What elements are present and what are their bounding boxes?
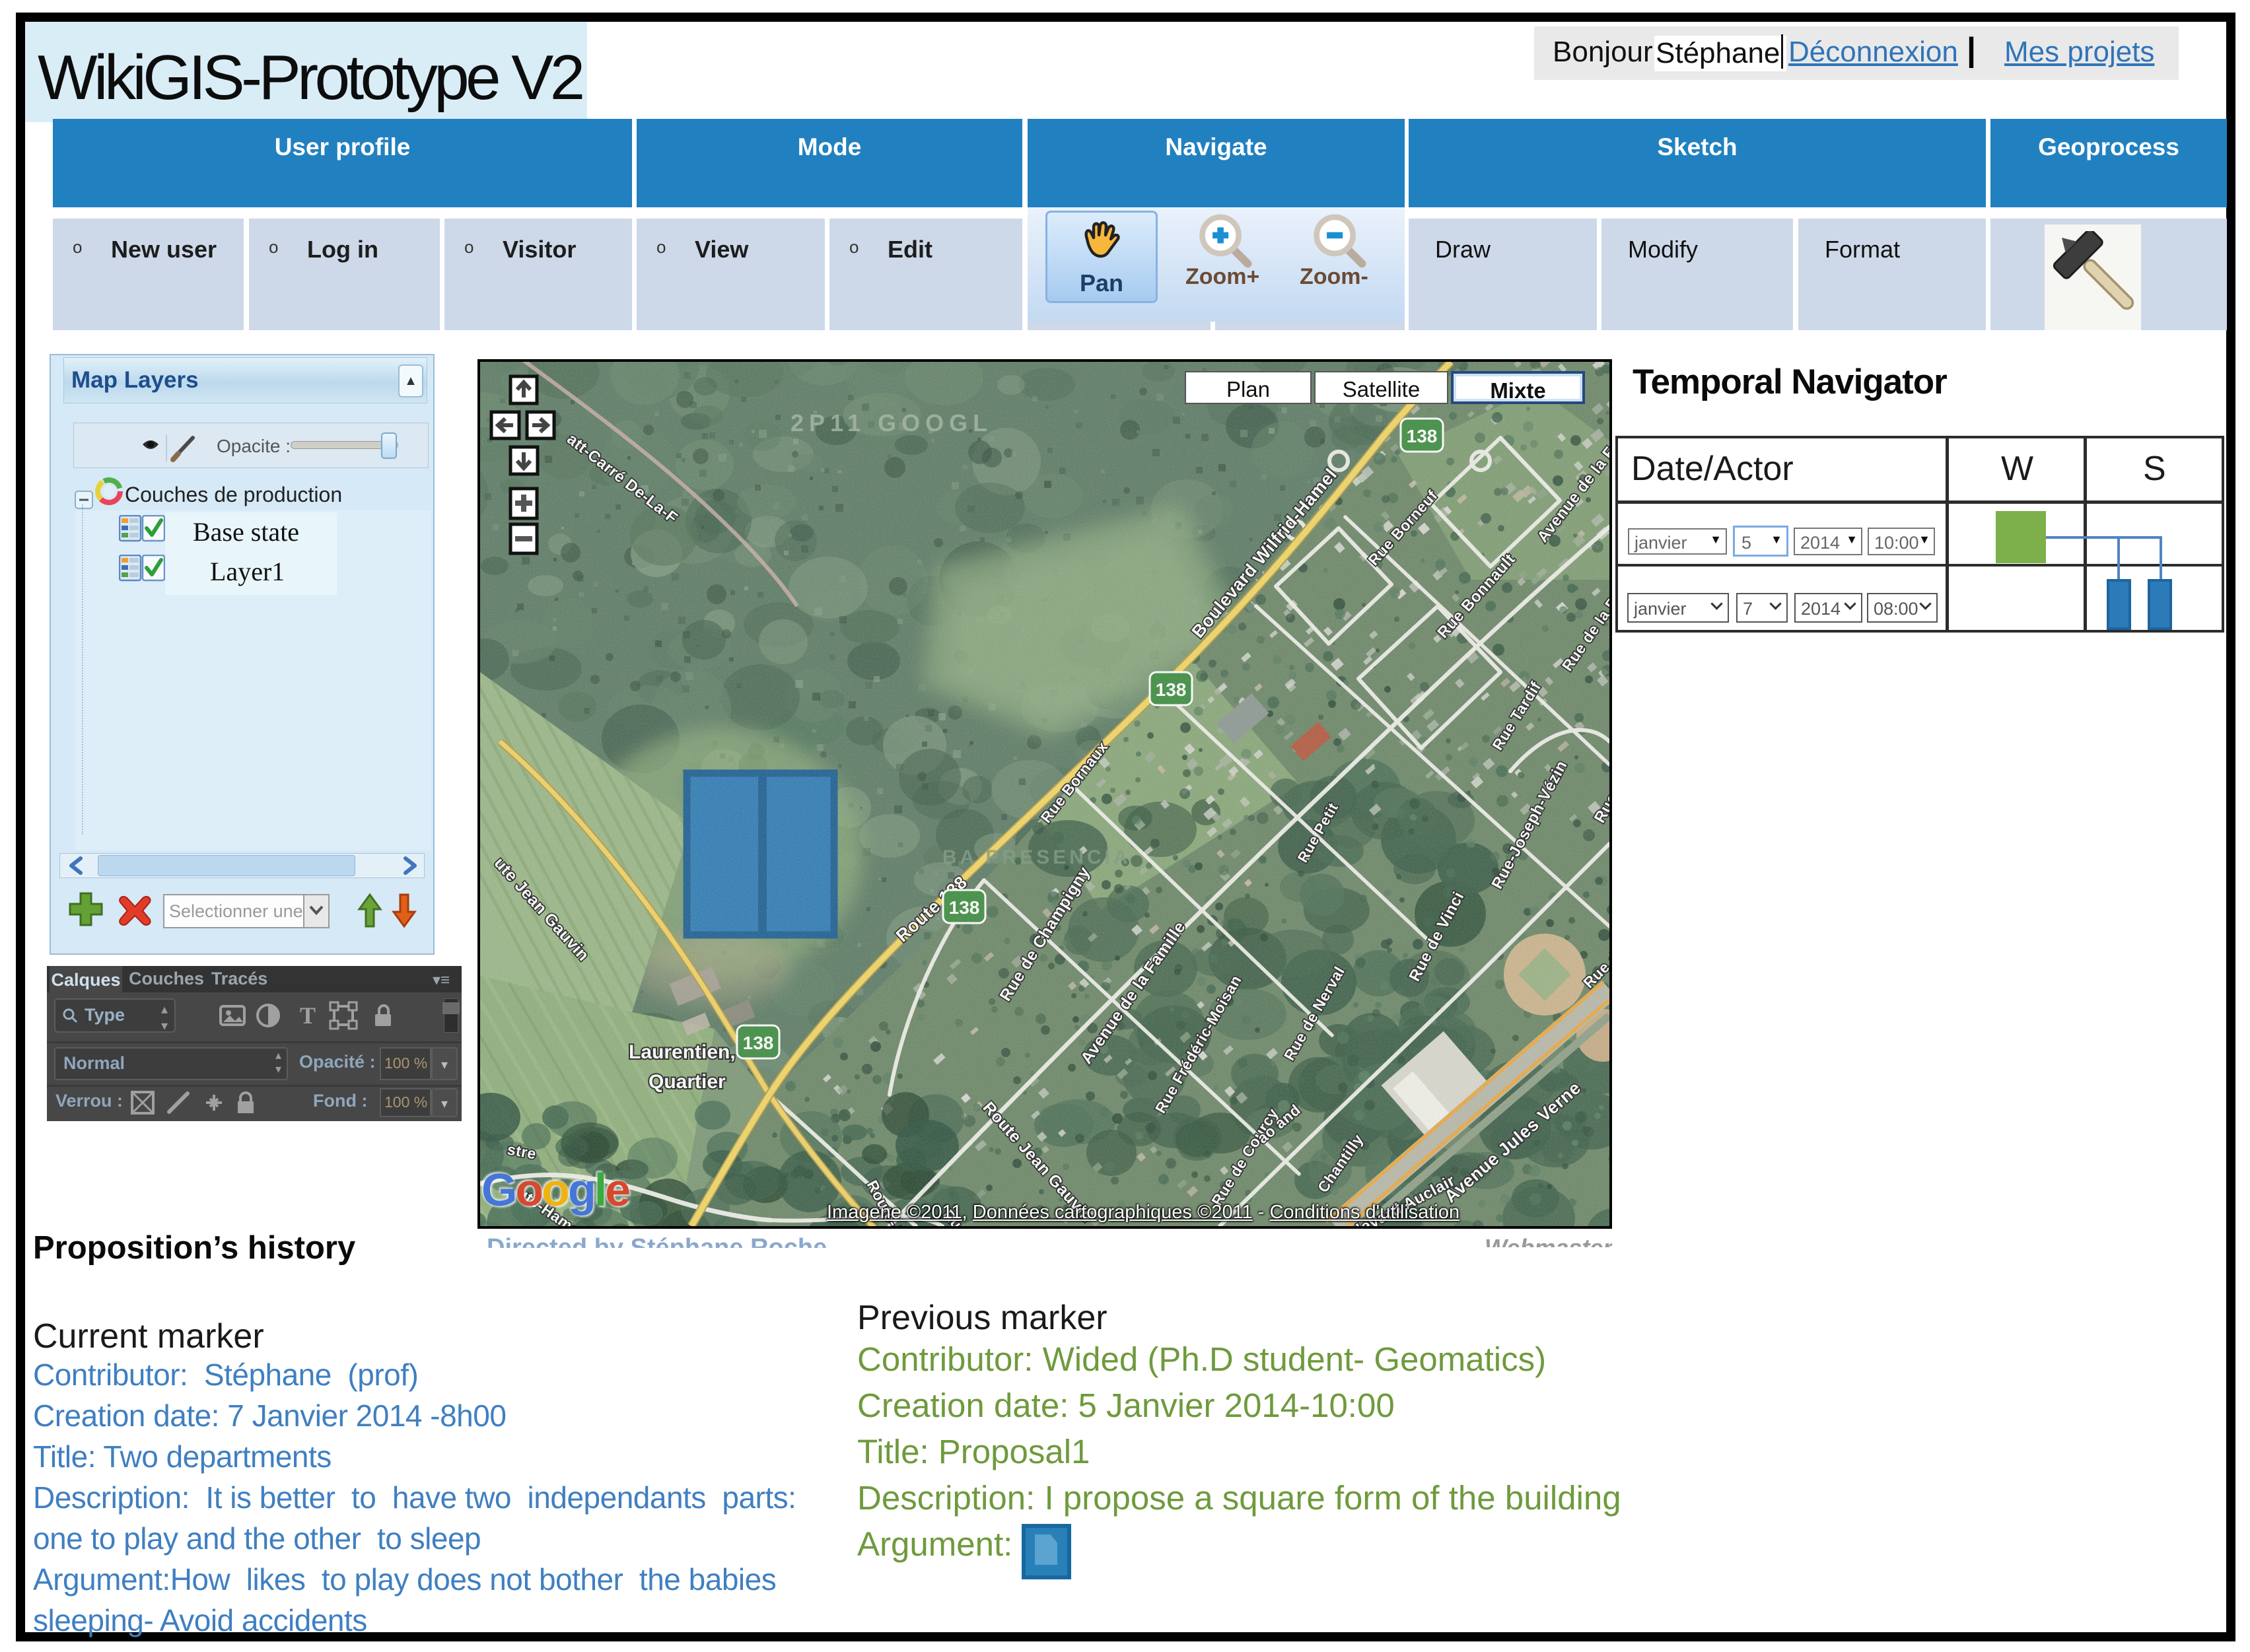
- svg-text:Selectionner une: Selectionner une: [169, 901, 303, 921]
- svg-text:T: T: [300, 1002, 316, 1029]
